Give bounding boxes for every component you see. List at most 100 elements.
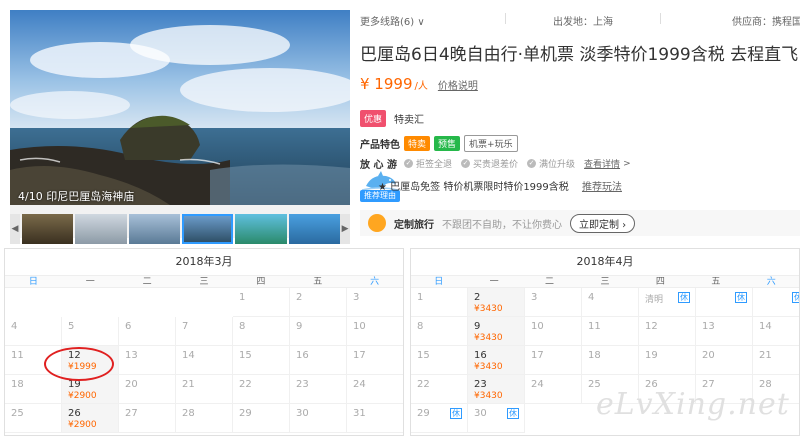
assurance-item: ✓ 买贵退差价 — [461, 157, 518, 170]
recommend-play-link[interactable]: 推荐玩法 — [582, 182, 622, 193]
custom-now-button[interactable]: 立即定制 › — [570, 213, 636, 233]
calendar-month-title: 2018年4月 — [576, 255, 634, 268]
assurance-label: 放 心 游 — [360, 160, 397, 171]
day-number: 22 — [239, 379, 252, 390]
day-number: 23 — [296, 379, 309, 390]
promo-badge: 优惠 — [360, 110, 387, 127]
day-number: 4 — [588, 292, 595, 303]
thumbnail[interactable] — [235, 214, 287, 244]
calendar-day: 22 — [411, 375, 468, 404]
calendar-day: 2 — [290, 288, 347, 317]
recommend-text-row: ★ 巴厘岛免签 特价机票限时特价1999含税 推荐玩法 — [378, 178, 622, 193]
feature-tag-presale[interactable]: 预售 — [434, 136, 461, 151]
calendar-day: 7 — [176, 317, 233, 346]
calendar-day-available[interactable]: 26 ¥2900 — [62, 404, 119, 433]
calendar-day: 5 — [62, 317, 119, 346]
holiday-badge: 休 — [450, 408, 462, 419]
price: ¥ 1999 — [360, 75, 413, 93]
weekday-label: 四 — [256, 277, 266, 287]
calendar-day: 16 — [290, 346, 347, 375]
day-number: 3 — [353, 292, 360, 303]
day-number: 18 — [588, 350, 601, 361]
main-photo[interactable]: 4/10 印尼巴厘岛海神庙 — [10, 10, 350, 205]
day-price: ¥3430 — [474, 391, 503, 401]
calendar-day: 15 — [233, 346, 290, 375]
promo-row: 优惠 特卖汇 — [360, 110, 424, 127]
departure-city: 出发地：上海 — [553, 17, 613, 28]
day-number: 25 — [11, 408, 24, 419]
calendar-day-available[interactable]: 23 ¥3430 — [468, 375, 525, 404]
weekday-label: 六 — [766, 277, 776, 287]
calendar-day: 19 — [639, 346, 696, 375]
day-number: 20 — [125, 379, 138, 390]
thumb-next-button[interactable]: ▶ — [340, 214, 350, 244]
calendar-day: 23 — [290, 375, 347, 404]
price-note-link[interactable]: 价格说明 — [438, 77, 478, 92]
thumbnail[interactable] — [21, 214, 74, 244]
weekday-label: 日 — [28, 277, 38, 287]
check-icon: ✓ — [527, 159, 537, 168]
calendar-day: 10 — [525, 317, 582, 346]
weekday-label: 日 — [434, 277, 444, 287]
day-number: 4 — [11, 321, 18, 332]
feature-tag-flight-fun[interactable]: 机票+玩乐 — [464, 135, 518, 152]
custom-subtitle: 不跟团不自助，不让你费心 — [442, 219, 562, 231]
weekday-label: 二 — [545, 277, 555, 287]
thumbnail[interactable] — [288, 214, 341, 244]
weekday-label: 一 — [85, 277, 95, 287]
calendar-day: 11 — [582, 317, 639, 346]
calendar-day: 25 — [5, 404, 62, 433]
day-number: 13 — [125, 350, 138, 361]
calendar-day: 3 — [525, 288, 582, 317]
price-unit: /人 — [414, 81, 428, 92]
day-number: 12 — [645, 321, 658, 332]
calendar-day: 20 — [696, 346, 753, 375]
calendar-day: 清明 休 — [639, 288, 696, 317]
day-number: 24 — [531, 379, 544, 390]
holiday-badge: 休 — [678, 292, 690, 303]
calendar-day: 6 — [119, 317, 176, 346]
day-number: 22 — [417, 379, 430, 390]
more-routes-dropdown[interactable]: 更多线路(6) ∨ — [360, 13, 425, 28]
thumbnail-strip: ◀ ▶ — [10, 214, 350, 244]
day-number: 28 — [182, 408, 195, 419]
calendar-day: 24 — [525, 375, 582, 404]
calendar-day-available[interactable]: 2 ¥3430 — [468, 288, 525, 317]
day-number: 10 — [353, 321, 366, 332]
day-number: 14 — [182, 350, 195, 361]
calendar-day: 17 — [525, 346, 582, 375]
calendar-day-available[interactable]: 9 ¥3430 — [468, 317, 525, 346]
day-number: 6 — [125, 321, 132, 332]
day-number: 21 — [759, 350, 772, 361]
view-details-link[interactable]: 查看详情 — [584, 157, 620, 170]
calendar-day: 8 — [233, 317, 290, 346]
calendar-day: 18 — [5, 375, 62, 404]
calendar-day: 4 — [582, 288, 639, 317]
calendar-day-available[interactable]: 16 ¥3430 — [468, 346, 525, 375]
chevron-right-icon: > — [623, 158, 631, 169]
watermark: eLvXing.net — [596, 387, 790, 422]
supplier: 供应商：携程国旅 — [732, 17, 800, 28]
custom-travel-bar: 定制旅行 不跟团不自助，不让你费心 立即定制 › — [360, 210, 800, 236]
day-number: 2 — [474, 292, 481, 303]
calendar-day: 15 — [411, 346, 468, 375]
calendar-day: 14 — [176, 346, 233, 375]
day-number: 1 — [417, 292, 424, 303]
recommend-text: ★ 巴厘岛免签 特价机票限时特价1999含税 — [378, 182, 569, 193]
thumb-prev-button[interactable]: ◀ — [10, 214, 20, 244]
feature-tag-sale[interactable]: 特卖 — [404, 136, 431, 151]
thumbnail[interactable] — [75, 214, 127, 244]
day-number: 16 — [474, 350, 487, 361]
calendar-day: 4 — [5, 317, 62, 346]
assurance-text: 拒签全退 — [416, 160, 453, 170]
thumbnail-active[interactable] — [182, 214, 234, 244]
day-number: 3 — [531, 292, 538, 303]
calendar-day: 18 — [582, 346, 639, 375]
thumbnail[interactable] — [128, 214, 180, 244]
day-number: 2 — [296, 292, 303, 303]
day-number: 11 — [11, 350, 24, 361]
day-number: 17 — [531, 350, 544, 361]
promo-text[interactable]: 特卖汇 — [394, 111, 424, 126]
calendar-day: 14 — [753, 317, 799, 346]
day-number: 21 — [182, 379, 195, 390]
